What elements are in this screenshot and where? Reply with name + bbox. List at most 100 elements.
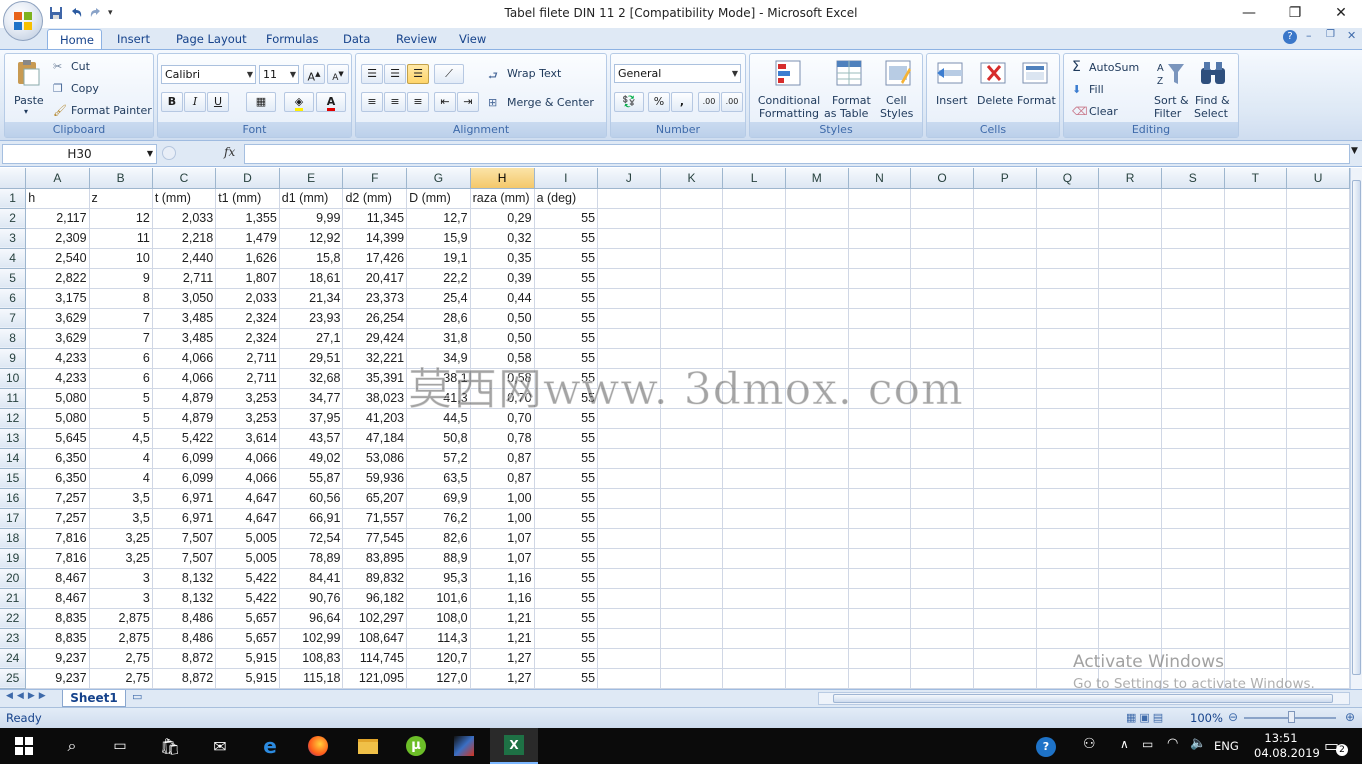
cell[interactable] [1286, 208, 1350, 229]
cell[interactable] [722, 328, 786, 349]
conditional-formatting-label-2[interactable]: Formatting [755, 107, 823, 120]
cell[interactable]: 1,626 [215, 248, 280, 269]
cell[interactable] [1036, 448, 1100, 469]
cell[interactable] [1098, 628, 1162, 649]
cell[interactable]: 3,253 [215, 388, 280, 409]
cell[interactable] [1224, 628, 1288, 649]
ribbon-minimize-icon[interactable]: – [1306, 29, 1312, 42]
cell[interactable]: 50,8 [406, 428, 471, 449]
cell-styles-label-2[interactable]: Styles [880, 107, 913, 120]
cell[interactable] [722, 588, 786, 609]
cell[interactable] [597, 268, 661, 289]
cell[interactable] [785, 528, 849, 549]
cell[interactable]: 127,0 [406, 668, 471, 689]
cell[interactable] [1161, 588, 1225, 609]
cell[interactable]: 38,023 [342, 388, 408, 409]
cell[interactable] [1098, 428, 1162, 449]
column-header-k[interactable]: K [660, 168, 724, 189]
cell[interactable] [1224, 348, 1288, 369]
tab-data[interactable]: Data [331, 29, 382, 51]
grow-font-button[interactable]: A▲ [303, 64, 325, 84]
cell[interactable]: 2,033 [152, 208, 217, 229]
cell[interactable]: a (deg) [534, 188, 599, 209]
borders-button[interactable]: ▦ [246, 92, 276, 112]
cell[interactable]: 6,971 [152, 488, 217, 509]
cell[interactable] [785, 448, 849, 469]
cell[interactable]: 23,373 [342, 288, 408, 309]
cell[interactable] [1036, 408, 1100, 429]
cell[interactable]: 5,657 [215, 628, 280, 649]
align-right-button[interactable]: ≡ [407, 92, 429, 112]
decrease-decimal-button[interactable]: .00 [721, 92, 743, 112]
comma-style-button[interactable]: , [671, 92, 693, 112]
volume-icon[interactable]: 🔈 [1190, 736, 1206, 751]
cell[interactable]: 8,835 [25, 628, 90, 649]
cell[interactable] [973, 428, 1037, 449]
cell[interactable]: 20,417 [342, 268, 408, 289]
cell[interactable]: 0,78 [470, 428, 535, 449]
cell[interactable]: 3,175 [25, 288, 90, 309]
cell[interactable]: 2,711 [152, 268, 217, 289]
autosum-icon[interactable]: Σ [1072, 59, 1081, 75]
cell[interactable]: 108,0 [406, 608, 471, 629]
cell[interactable] [910, 448, 974, 469]
cell[interactable] [722, 288, 786, 309]
cell[interactable]: 95,3 [406, 568, 471, 589]
clock[interactable]: 13:51 04.08.2019 [1254, 731, 1320, 761]
font-name-combo[interactable]: Calibri ▼ [161, 65, 256, 84]
cell-styles-label-1[interactable]: Cell [886, 94, 907, 107]
column-header-q[interactable]: Q [1036, 168, 1100, 189]
cell[interactable]: 7,816 [25, 548, 90, 569]
cell[interactable] [1286, 548, 1350, 569]
cell[interactable]: 1,21 [470, 628, 535, 649]
cell[interactable] [722, 548, 786, 569]
cell[interactable]: 4,879 [152, 388, 217, 409]
cell[interactable] [1098, 468, 1162, 489]
cell[interactable] [1286, 588, 1350, 609]
cell[interactable] [1036, 368, 1100, 389]
formula-expand-icon[interactable] [162, 146, 176, 160]
cell[interactable] [910, 268, 974, 289]
cell[interactable] [785, 648, 849, 669]
cell[interactable]: 1,07 [470, 528, 535, 549]
search-button[interactable]: ⌕ [48, 728, 96, 764]
cell[interactable]: 29,424 [342, 328, 408, 349]
cell[interactable]: 55 [534, 288, 599, 309]
increase-indent-button[interactable]: ⇥ [457, 92, 479, 112]
row-header[interactable]: 3 [0, 228, 27, 249]
cell[interactable] [1224, 428, 1288, 449]
cell[interactable] [1161, 328, 1225, 349]
cell[interactable]: 47,184 [342, 428, 408, 449]
italic-button[interactable]: I [184, 92, 206, 112]
cell[interactable]: 37,95 [279, 408, 344, 429]
cell[interactable] [1224, 448, 1288, 469]
cell[interactable] [1098, 568, 1162, 589]
cell[interactable]: 2,218 [152, 228, 217, 249]
cell[interactable]: 2,711 [215, 368, 280, 389]
cell[interactable]: 5,005 [215, 528, 280, 549]
input-language[interactable]: ENG [1214, 739, 1239, 753]
cell[interactable]: 66,91 [279, 508, 344, 529]
cell[interactable] [1161, 268, 1225, 289]
column-header-m[interactable]: M [785, 168, 849, 189]
cell[interactable] [1224, 468, 1288, 489]
cell[interactable] [597, 328, 661, 349]
cell[interactable] [597, 628, 661, 649]
find-select-label-2[interactable]: Select [1194, 107, 1228, 120]
fill-icon[interactable]: ⬇ [1072, 83, 1081, 96]
column-header-n[interactable]: N [848, 168, 912, 189]
cell[interactable] [1286, 368, 1350, 389]
cell[interactable]: 11,345 [342, 208, 408, 229]
cell[interactable] [973, 608, 1037, 629]
cell[interactable] [1286, 388, 1350, 409]
cell[interactable] [910, 228, 974, 249]
cell[interactable]: 77,545 [342, 528, 408, 549]
cell[interactable]: 55 [534, 448, 599, 469]
insert-sheet-icon[interactable]: ▭ [132, 690, 142, 703]
cell[interactable]: 0,44 [470, 288, 535, 309]
cell[interactable]: 18,61 [279, 268, 344, 289]
cell[interactable]: 55 [534, 228, 599, 249]
chevron-down-icon[interactable]: ▼ [147, 145, 153, 163]
cell[interactable] [660, 668, 724, 689]
increase-decimal-button[interactable]: .00 [698, 92, 720, 112]
